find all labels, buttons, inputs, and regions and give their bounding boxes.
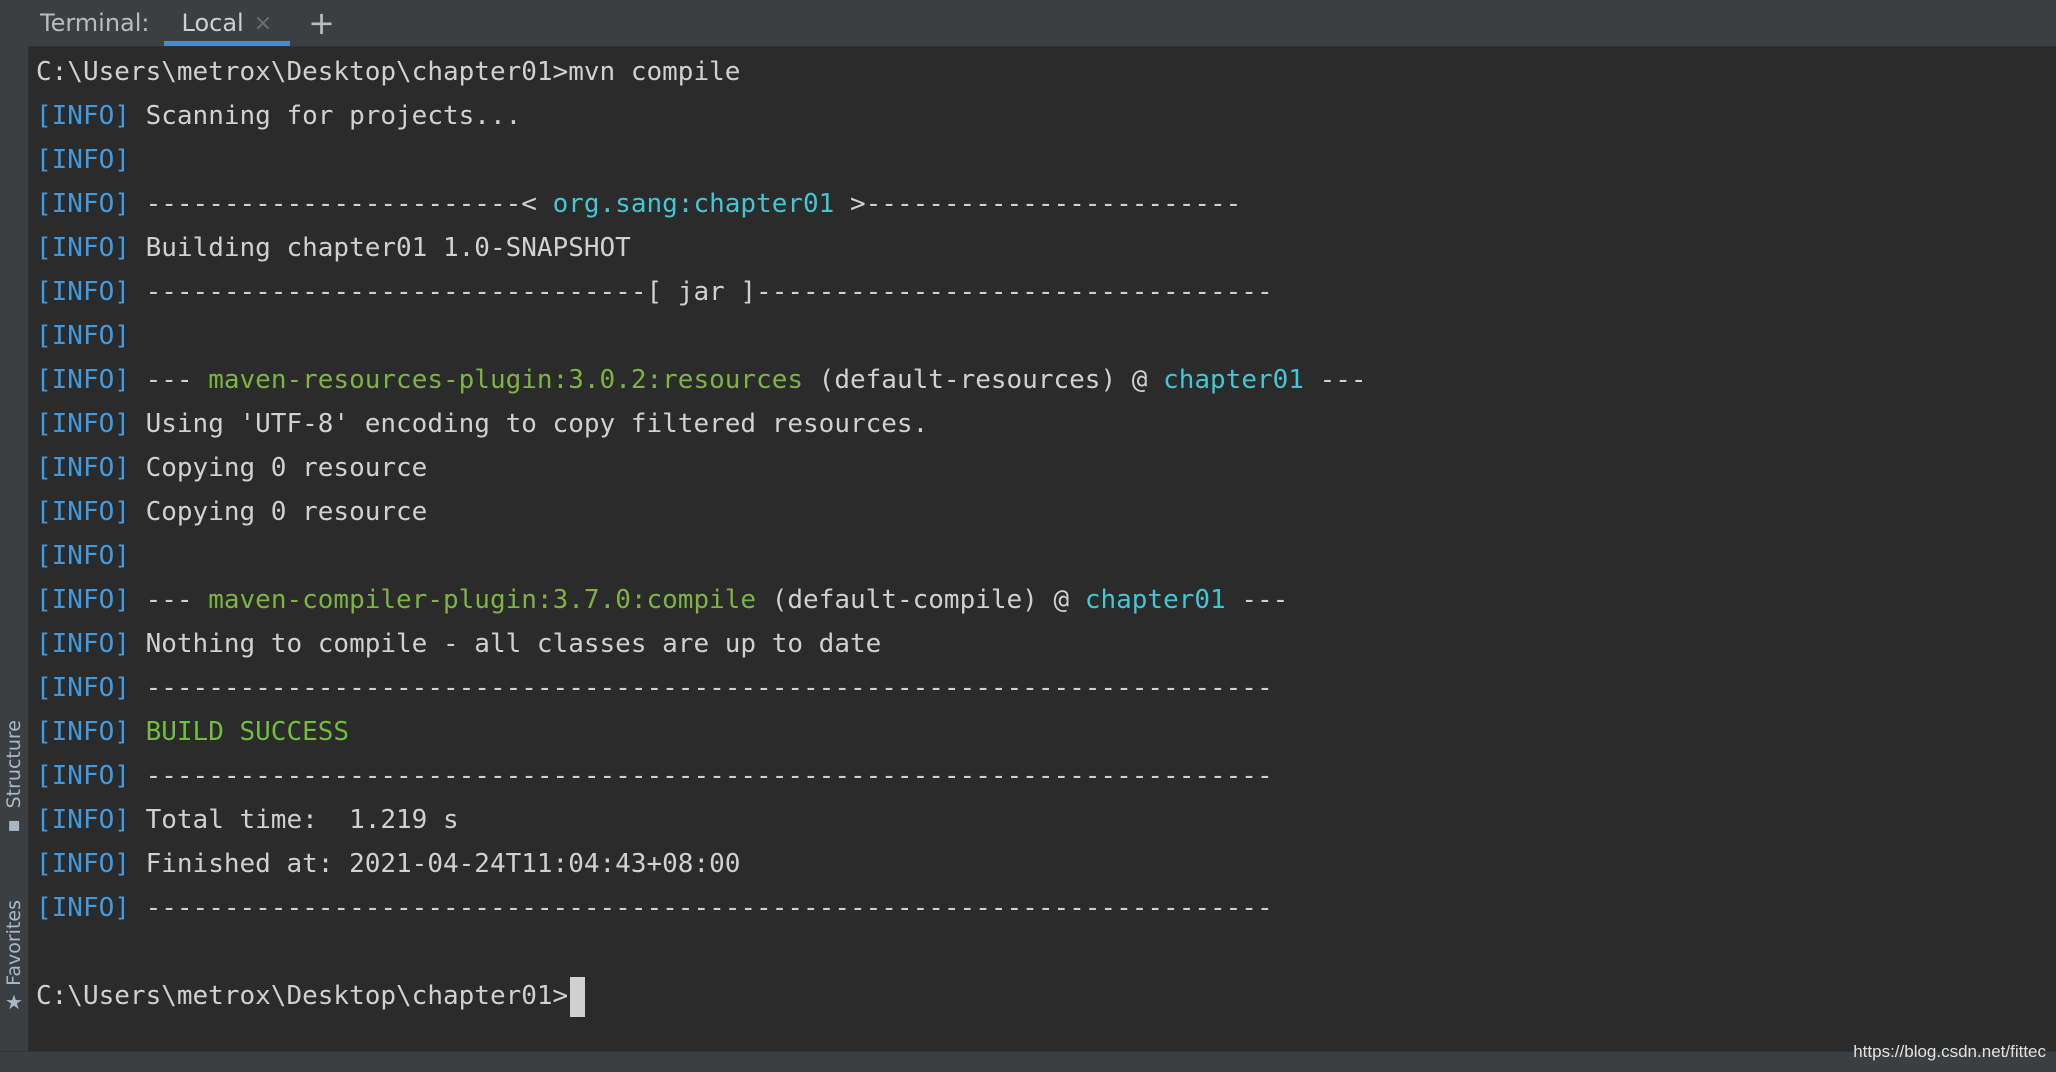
log-level-tag: [INFO] <box>36 805 130 835</box>
terminal-line: C:\Users\metrox\Desktop\chapter01>mvn co… <box>36 50 2056 94</box>
terminal-text: --------------------------------[ jar ]-… <box>129 277 1273 307</box>
terminal-text: ----------------------------------------… <box>129 893 1273 923</box>
terminal-text: Building chapter01 1.0-SNAPSHOT <box>129 233 631 263</box>
log-level-tag: [INFO] <box>36 233 130 263</box>
log-level-tag: [INFO] <box>36 585 130 615</box>
close-icon[interactable]: × <box>254 11 272 36</box>
log-level-tag: [INFO] <box>36 145 130 175</box>
star-icon: ★ <box>5 989 23 1014</box>
terminal-line: [INFO] BUILD SUCCESS <box>36 710 2056 754</box>
terminal-text: BUILD SUCCESS <box>145 717 350 747</box>
terminal-line: [INFO] Total time: 1.219 s <box>36 798 2056 842</box>
log-level-tag: [INFO] <box>36 101 130 131</box>
terminal-line: C:\Users\metrox\Desktop\chapter01> <box>36 974 2056 1018</box>
log-level-tag: [INFO] <box>36 277 130 307</box>
terminal-line: [INFO] ---------------------------------… <box>36 754 2056 798</box>
terminal-text: --- <box>129 585 209 615</box>
terminal-title: Terminal: <box>40 9 150 37</box>
terminal-text: Copying 0 resource <box>129 497 428 527</box>
terminal-text: C:\Users\metrox\Desktop\chapter01>mvn co… <box>36 57 741 87</box>
text-cursor <box>570 976 586 1017</box>
terminal-text: (default-resources) @ <box>803 365 1164 395</box>
log-level-tag: [INFO] <box>36 321 130 351</box>
terminal-text: chapter01 <box>1163 365 1304 395</box>
terminal-text: Total time: 1.219 s <box>129 805 459 835</box>
terminal-line: [INFO] Finished at: 2021-04-24T11:04:43+… <box>36 842 2056 886</box>
terminal-output[interactable]: C:\Users\metrox\Desktop\chapter01>mvn co… <box>36 50 2056 1052</box>
bottom-tool-bar <box>0 1051 2056 1072</box>
terminal-text: C:\Users\metrox\Desktop\chapter01> <box>36 981 569 1011</box>
add-tab-button[interactable]: + <box>290 0 353 46</box>
terminal-text: Copying 0 resource <box>129 453 428 483</box>
terminal-text: >------------------------ <box>834 189 1242 219</box>
terminal-text: ------------------------< <box>129 189 553 219</box>
log-level-tag: [INFO] <box>36 761 130 791</box>
terminal-line: [INFO] ---------------------------------… <box>36 886 2056 930</box>
terminal-line: [INFO] Copying 0 resource <box>36 490 2056 534</box>
left-tool-rail: Structure ▪ Favorites ★ <box>0 0 29 1052</box>
terminal-line: [INFO] <box>36 314 2056 358</box>
terminal-text: chapter01 <box>1084 585 1226 615</box>
terminal-text: --- <box>129 365 209 395</box>
terminal-line: [INFO] Copying 0 resource <box>36 446 2056 490</box>
terminal-line: [INFO] --- maven-compiler-plugin:3.7.0:c… <box>36 578 2056 622</box>
terminal-text: (default-compile) @ <box>756 585 1085 615</box>
terminal-text: Finished at: 2021-04-24T11:04:43+08:00 <box>129 849 741 879</box>
terminal-line: [INFO] Scanning for projects... <box>36 94 2056 138</box>
structure-tool-tab[interactable]: Structure ▪ <box>0 720 28 834</box>
structure-icon: ▪ <box>7 812 21 837</box>
log-level-tag: [INFO] <box>36 365 130 395</box>
terminal-line: [INFO] --- maven-resources-plugin:3.0.2:… <box>36 358 2056 402</box>
terminal-line: [INFO] ---------------------------------… <box>36 666 2056 710</box>
tab-local[interactable]: Local × <box>163 0 291 46</box>
terminal-line: [INFO] --------------------------------[… <box>36 270 2056 314</box>
terminal-line: [INFO] <box>36 534 2056 578</box>
watermark: https://blog.csdn.net/fittec <box>1853 1042 2046 1061</box>
terminal-text: Scanning for projects... <box>129 101 522 131</box>
terminal-line: [INFO] Using 'UTF-8' encoding to copy fi… <box>36 402 2056 446</box>
log-level-tag: [INFO] <box>36 629 130 659</box>
log-level-tag: [INFO] <box>36 453 130 483</box>
log-level-tag: [INFO] <box>36 497 130 527</box>
terminal-text: Using 'UTF-8' encoding to copy filtered … <box>129 409 929 439</box>
favorites-tool-tab[interactable]: Favorites ★ <box>0 900 28 1012</box>
terminal-text: --- <box>1303 365 1367 395</box>
log-level-tag: [INFO] <box>36 189 130 219</box>
terminal-text: Nothing to compile - all classes are up … <box>129 629 882 659</box>
terminal-line: [INFO] Nothing to compile - all classes … <box>36 622 2056 666</box>
terminal-text: --- <box>1225 585 1289 615</box>
terminal-line: [INFO] Building chapter01 1.0-SNAPSHOT <box>36 226 2056 270</box>
terminal-text: org.sang:chapter01 <box>552 189 835 219</box>
tab-local-label: Local <box>181 9 244 37</box>
log-level-tag: [INFO] <box>36 849 130 879</box>
terminal-tab-bar: Terminal: Local × + <box>28 0 2056 47</box>
terminal-text: ----------------------------------------… <box>129 673 1273 703</box>
terminal-line: [INFO] <box>36 138 2056 182</box>
log-level-tag: [INFO] <box>36 893 130 923</box>
log-level-tag: [INFO] <box>36 717 130 747</box>
log-level-tag: [INFO] <box>36 541 130 571</box>
favorites-label: Favorites <box>3 900 25 986</box>
structure-label: Structure <box>3 720 25 809</box>
terminal-text: ----------------------------------------… <box>129 761 1273 791</box>
terminal-line: [INFO] ------------------------< org.san… <box>36 182 2056 226</box>
terminal-text: maven-compiler-plugin:3.7.0:compile <box>208 585 757 615</box>
log-level-tag: [INFO] <box>36 409 130 439</box>
terminal-text: maven-resources-plugin:3.0.2:resources <box>208 365 804 395</box>
log-level-tag: [INFO] <box>36 673 130 703</box>
